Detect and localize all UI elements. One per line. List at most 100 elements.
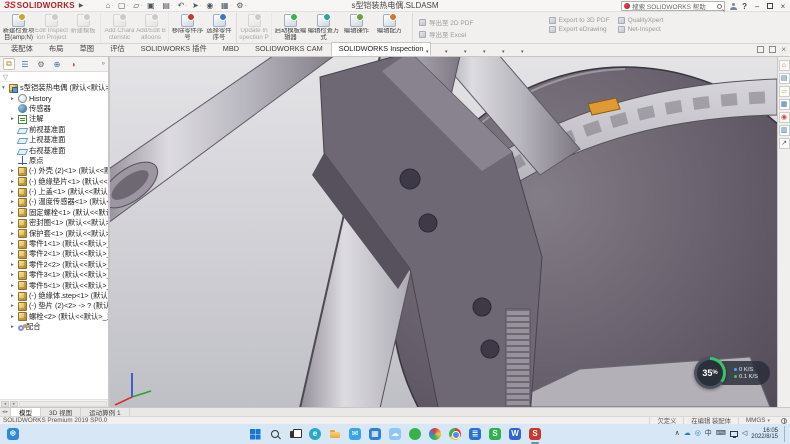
close-button[interactable]: × bbox=[778, 2, 788, 11]
menu-flyout-icon[interactable]: ▶ bbox=[79, 2, 84, 9]
panel-tabs-overflow-icon[interactable]: » bbox=[102, 61, 105, 67]
globe-icon[interactable] bbox=[781, 418, 787, 424]
dropdown-caret-icon[interactable]: ▾ bbox=[483, 49, 487, 55]
expand-arrow-icon[interactable] bbox=[11, 179, 16, 185]
dropdown-caret-icon[interactable]: ▾ bbox=[464, 49, 468, 55]
tree-item[interactable]: 密封圈<1> (默认<<默认>_显示状 bbox=[0, 218, 108, 228]
home-icon[interactable]: ⌂· bbox=[106, 2, 114, 10]
expand-arrow-icon[interactable] bbox=[11, 251, 16, 257]
tree-item[interactable]: (-) 绝缘体.step<1> (默认<<默认>_ bbox=[0, 291, 108, 301]
edit-inspection-method-button[interactable]: 编辑检查方式 bbox=[307, 13, 340, 43]
expand-arrow-icon[interactable] bbox=[11, 272, 16, 278]
appearances-scenes-icon[interactable]: ◉ bbox=[779, 112, 790, 123]
tray-onedrive-icon[interactable]: ☁ bbox=[684, 430, 691, 438]
headsup-icon[interactable] bbox=[356, 46, 369, 59]
new-inspection-project-button[interactable]: 新建检查项目(amp;N) bbox=[2, 13, 35, 43]
wps-w-icon[interactable]: W bbox=[508, 427, 522, 441]
export-edrawing-item[interactable]: Export eDrawing bbox=[549, 26, 610, 33]
export-2d-pdf-item[interactable]: 导出至 2D PDF bbox=[419, 17, 541, 27]
expand-arrow-icon[interactable] bbox=[11, 96, 16, 102]
minimize-button[interactable]: – bbox=[752, 2, 762, 11]
headsup-icon[interactable] bbox=[470, 46, 483, 59]
expand-arrow-icon[interactable] bbox=[11, 262, 16, 268]
expand-arrow-icon[interactable] bbox=[11, 220, 16, 226]
custom-properties-icon[interactable]: ▥ bbox=[779, 125, 790, 136]
select-balloons-button[interactable]: 选择零件序号 bbox=[204, 13, 237, 43]
app-green-icon[interactable] bbox=[408, 427, 422, 441]
tree-item[interactable]: 零件5<1> (默认<<默认>_显示状态 bbox=[0, 280, 108, 290]
expand-arrow-icon[interactable] bbox=[11, 293, 16, 299]
tree-item[interactable]: 零件3<1> (默认<<默认>_显示状态 bbox=[0, 270, 108, 280]
store-icon[interactable]: ▦ bbox=[368, 427, 382, 441]
expand-arrow-icon[interactable] bbox=[11, 283, 16, 289]
tree-item[interactable]: (-) 温度传感器<1> (默认<<默认>_显 bbox=[0, 197, 108, 207]
rebuild-icon[interactable]: ◉· bbox=[206, 2, 216, 10]
graphics-viewport[interactable]: 0 K/S 0.1 K/S 35% bbox=[110, 57, 777, 407]
tree-item[interactable]: 零件1<1> (默认<<默认>_显示状态= bbox=[0, 239, 108, 249]
usage-percent-ring[interactable]: 35% bbox=[694, 357, 726, 389]
expand-arrow-icon[interactable] bbox=[11, 199, 16, 205]
headsup-icon[interactable] bbox=[489, 46, 502, 59]
add-characteristic-button[interactable]: Add Characteristic bbox=[103, 13, 136, 43]
scroll-right-icon[interactable]: ▸ bbox=[10, 401, 18, 407]
show-desktop-button[interactable] bbox=[784, 426, 786, 442]
scroll-left-icon[interactable]: ◂ bbox=[1, 401, 9, 407]
expand-arrow-icon[interactable] bbox=[11, 314, 16, 320]
tree-item[interactable]: 保护套<1> (默认<<默认>_显示状 bbox=[0, 228, 108, 238]
headsup-icon[interactable] bbox=[394, 46, 407, 59]
tab-scroll-arrows[interactable]: ◂ ▸ bbox=[0, 408, 11, 416]
tree-item[interactable]: (-) 外壳 (2)<1> (默认<<默认>_显示状 bbox=[0, 166, 108, 176]
model-tab[interactable]: 模型 bbox=[11, 408, 41, 416]
display-tray-icon[interactable] bbox=[730, 431, 738, 437]
new-template-button[interactable]: 新建模板 bbox=[68, 13, 101, 43]
expand-arrow-icon[interactable] bbox=[11, 210, 16, 216]
panel-horizontal-scrollbar[interactable]: ◂ ▸ bbox=[0, 399, 108, 407]
browser-360-icon[interactable] bbox=[428, 427, 442, 441]
solidworks-resources-icon[interactable]: ⌂ bbox=[779, 60, 790, 71]
tree-item[interactable]: 配合 bbox=[0, 322, 108, 332]
tree-item[interactable]: History bbox=[0, 93, 108, 103]
tree-filter-bar[interactable]: ▽ bbox=[0, 72, 108, 82]
tree-item[interactable]: 原点 bbox=[0, 156, 108, 166]
search-input[interactable]: 搜索 SOLIDWORKS 帮助 bbox=[621, 1, 725, 11]
expand-arrow-icon[interactable] bbox=[2, 85, 7, 91]
start-button[interactable] bbox=[248, 427, 262, 441]
expand-arrow-icon[interactable] bbox=[11, 303, 16, 309]
net-inspect-item[interactable]: Net-Inspect bbox=[618, 26, 664, 33]
motion-study-tab[interactable]: 运动算例 1 bbox=[81, 408, 129, 416]
tab-assembly[interactable]: 装配体 bbox=[3, 42, 41, 56]
reader-icon[interactable]: ≣ bbox=[468, 427, 482, 441]
volume-tray-icon[interactable]: ◁ bbox=[742, 430, 747, 438]
tree-item[interactable]: 前视基准面 bbox=[0, 125, 108, 135]
file-explorer-icon[interactable]: ▱ bbox=[779, 86, 790, 97]
undo-icon[interactable]: ↶· bbox=[178, 2, 187, 10]
help-button[interactable]: ? bbox=[742, 2, 747, 11]
expand-arrow-icon[interactable] bbox=[11, 168, 16, 174]
dropdown-caret-icon[interactable]: ▾ bbox=[445, 49, 449, 55]
save-icon[interactable]: ▣· bbox=[147, 2, 157, 10]
ime-keyboard-icon[interactable]: ⌨ bbox=[716, 430, 726, 438]
onedrive-icon[interactable]: ☁ bbox=[388, 427, 402, 441]
export-3d-pdf-item[interactable]: Export to 3D PDF bbox=[549, 17, 610, 24]
search-button[interactable] bbox=[268, 427, 282, 441]
headsup-icon[interactable] bbox=[451, 46, 464, 59]
taskbar-clock[interactable]: 16:05 2022/8/15 bbox=[751, 428, 778, 441]
dimxpert-manager-tab[interactable]: ⊕ bbox=[51, 58, 63, 70]
tab-evaluate[interactable]: 评估 bbox=[102, 42, 133, 56]
add-edit-balloons-button[interactable]: Add/Edit Balloons bbox=[136, 13, 169, 43]
search-icon[interactable] bbox=[717, 4, 722, 9]
headsup-icon[interactable] bbox=[432, 46, 445, 59]
configuration-manager-tab[interactable]: ⚙ bbox=[35, 58, 47, 70]
ime-language[interactable]: 中 bbox=[705, 430, 712, 438]
tree-item[interactable]: 传感器 bbox=[0, 104, 108, 114]
performance-badge[interactable]: 0 K/S 0.1 K/S 35% bbox=[694, 357, 726, 389]
edge-icon[interactable]: e bbox=[308, 427, 322, 441]
doc-restore-button[interactable] bbox=[769, 46, 776, 53]
file-explorer-icon[interactable] bbox=[328, 427, 342, 441]
task-view-button[interactable] bbox=[288, 427, 302, 441]
design-library-icon[interactable]: ▤ bbox=[779, 73, 790, 84]
tree-item[interactable]: (-) 绝缘垫片<1> (默认<<默认>_显示状 bbox=[0, 177, 108, 187]
select-icon[interactable]: ➤· bbox=[192, 2, 201, 10]
tree-item[interactable]: 注解 bbox=[0, 114, 108, 124]
tree-item[interactable]: s型铠装热电偶 (默认<默认>_显示状态-1 bbox=[0, 83, 108, 93]
